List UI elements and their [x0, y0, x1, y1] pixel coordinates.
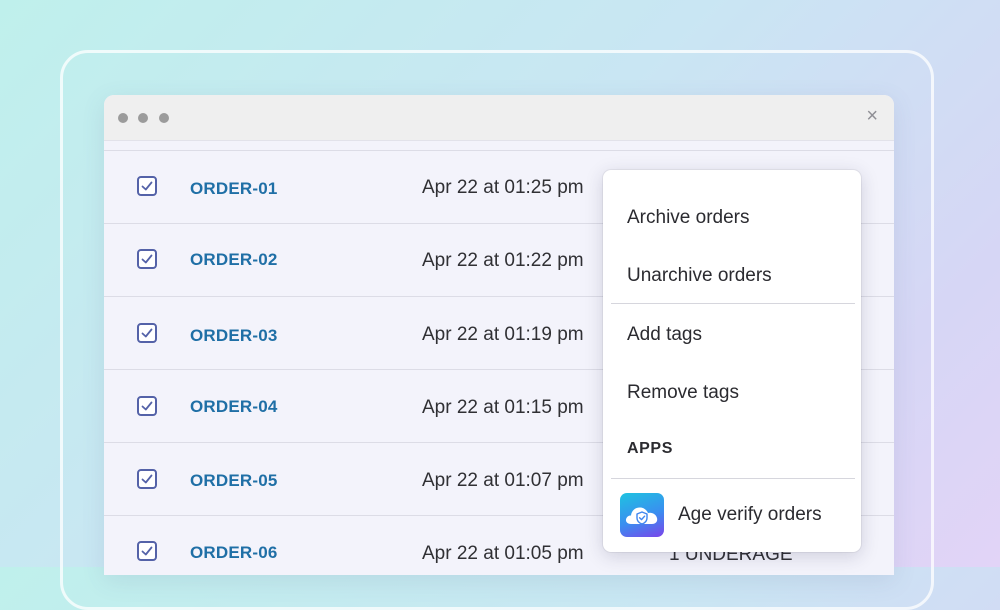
order-date: Apr 22 at 01:25 pm [422, 177, 584, 198]
window-dot-icon [138, 113, 148, 123]
menu-item-age-verify-orders[interactable]: Age verify orders [678, 504, 822, 526]
row-checkbox[interactable] [137, 323, 157, 343]
checkmark-icon [141, 254, 153, 264]
list-divider [104, 150, 894, 151]
menu-section-apps: APPS [627, 440, 673, 457]
menu-divider [611, 478, 855, 479]
order-link[interactable]: ORDER-02 [190, 250, 278, 270]
row-checkbox[interactable] [137, 469, 157, 489]
row-checkbox[interactable] [137, 396, 157, 416]
checkmark-icon [141, 181, 153, 191]
menu-item-add-tags[interactable]: Add tags [627, 324, 702, 346]
close-icon[interactable]: × [866, 106, 878, 126]
order-date: Apr 22 at 01:19 pm [422, 324, 584, 345]
checkmark-icon [141, 328, 153, 338]
order-link[interactable]: ORDER-04 [190, 397, 278, 417]
row-checkbox[interactable] [137, 176, 157, 196]
menu-item-unarchive-orders[interactable]: Unarchive orders [627, 265, 772, 287]
window-titlebar: × [104, 95, 894, 141]
window-dot-icon [118, 113, 128, 123]
checkmark-icon [141, 474, 153, 484]
order-link[interactable]: ORDER-06 [190, 543, 278, 563]
cloud-shield-icon [620, 493, 664, 537]
order-link[interactable]: ORDER-03 [190, 326, 278, 346]
window-dot-icon [159, 113, 169, 123]
cloud-shield-icon-graphic [625, 507, 658, 525]
order-date: Apr 22 at 01:22 pm [422, 250, 584, 271]
row-checkbox[interactable] [137, 541, 157, 561]
bulk-actions-menu: Archive orders Unarchive orders Add tags… [603, 170, 861, 552]
order-link[interactable]: ORDER-01 [190, 179, 278, 199]
menu-divider [611, 303, 855, 304]
row-checkbox[interactable] [137, 249, 157, 269]
order-date: Apr 22 at 01:05 pm [422, 543, 584, 564]
order-link[interactable]: ORDER-05 [190, 471, 278, 491]
order-date: Apr 22 at 01:15 pm [422, 397, 584, 418]
menu-item-remove-tags[interactable]: Remove tags [627, 382, 739, 404]
menu-item-archive-orders[interactable]: Archive orders [627, 207, 750, 229]
checkmark-icon [141, 401, 153, 411]
checkmark-icon [141, 546, 153, 556]
order-date: Apr 22 at 01:07 pm [422, 470, 584, 491]
